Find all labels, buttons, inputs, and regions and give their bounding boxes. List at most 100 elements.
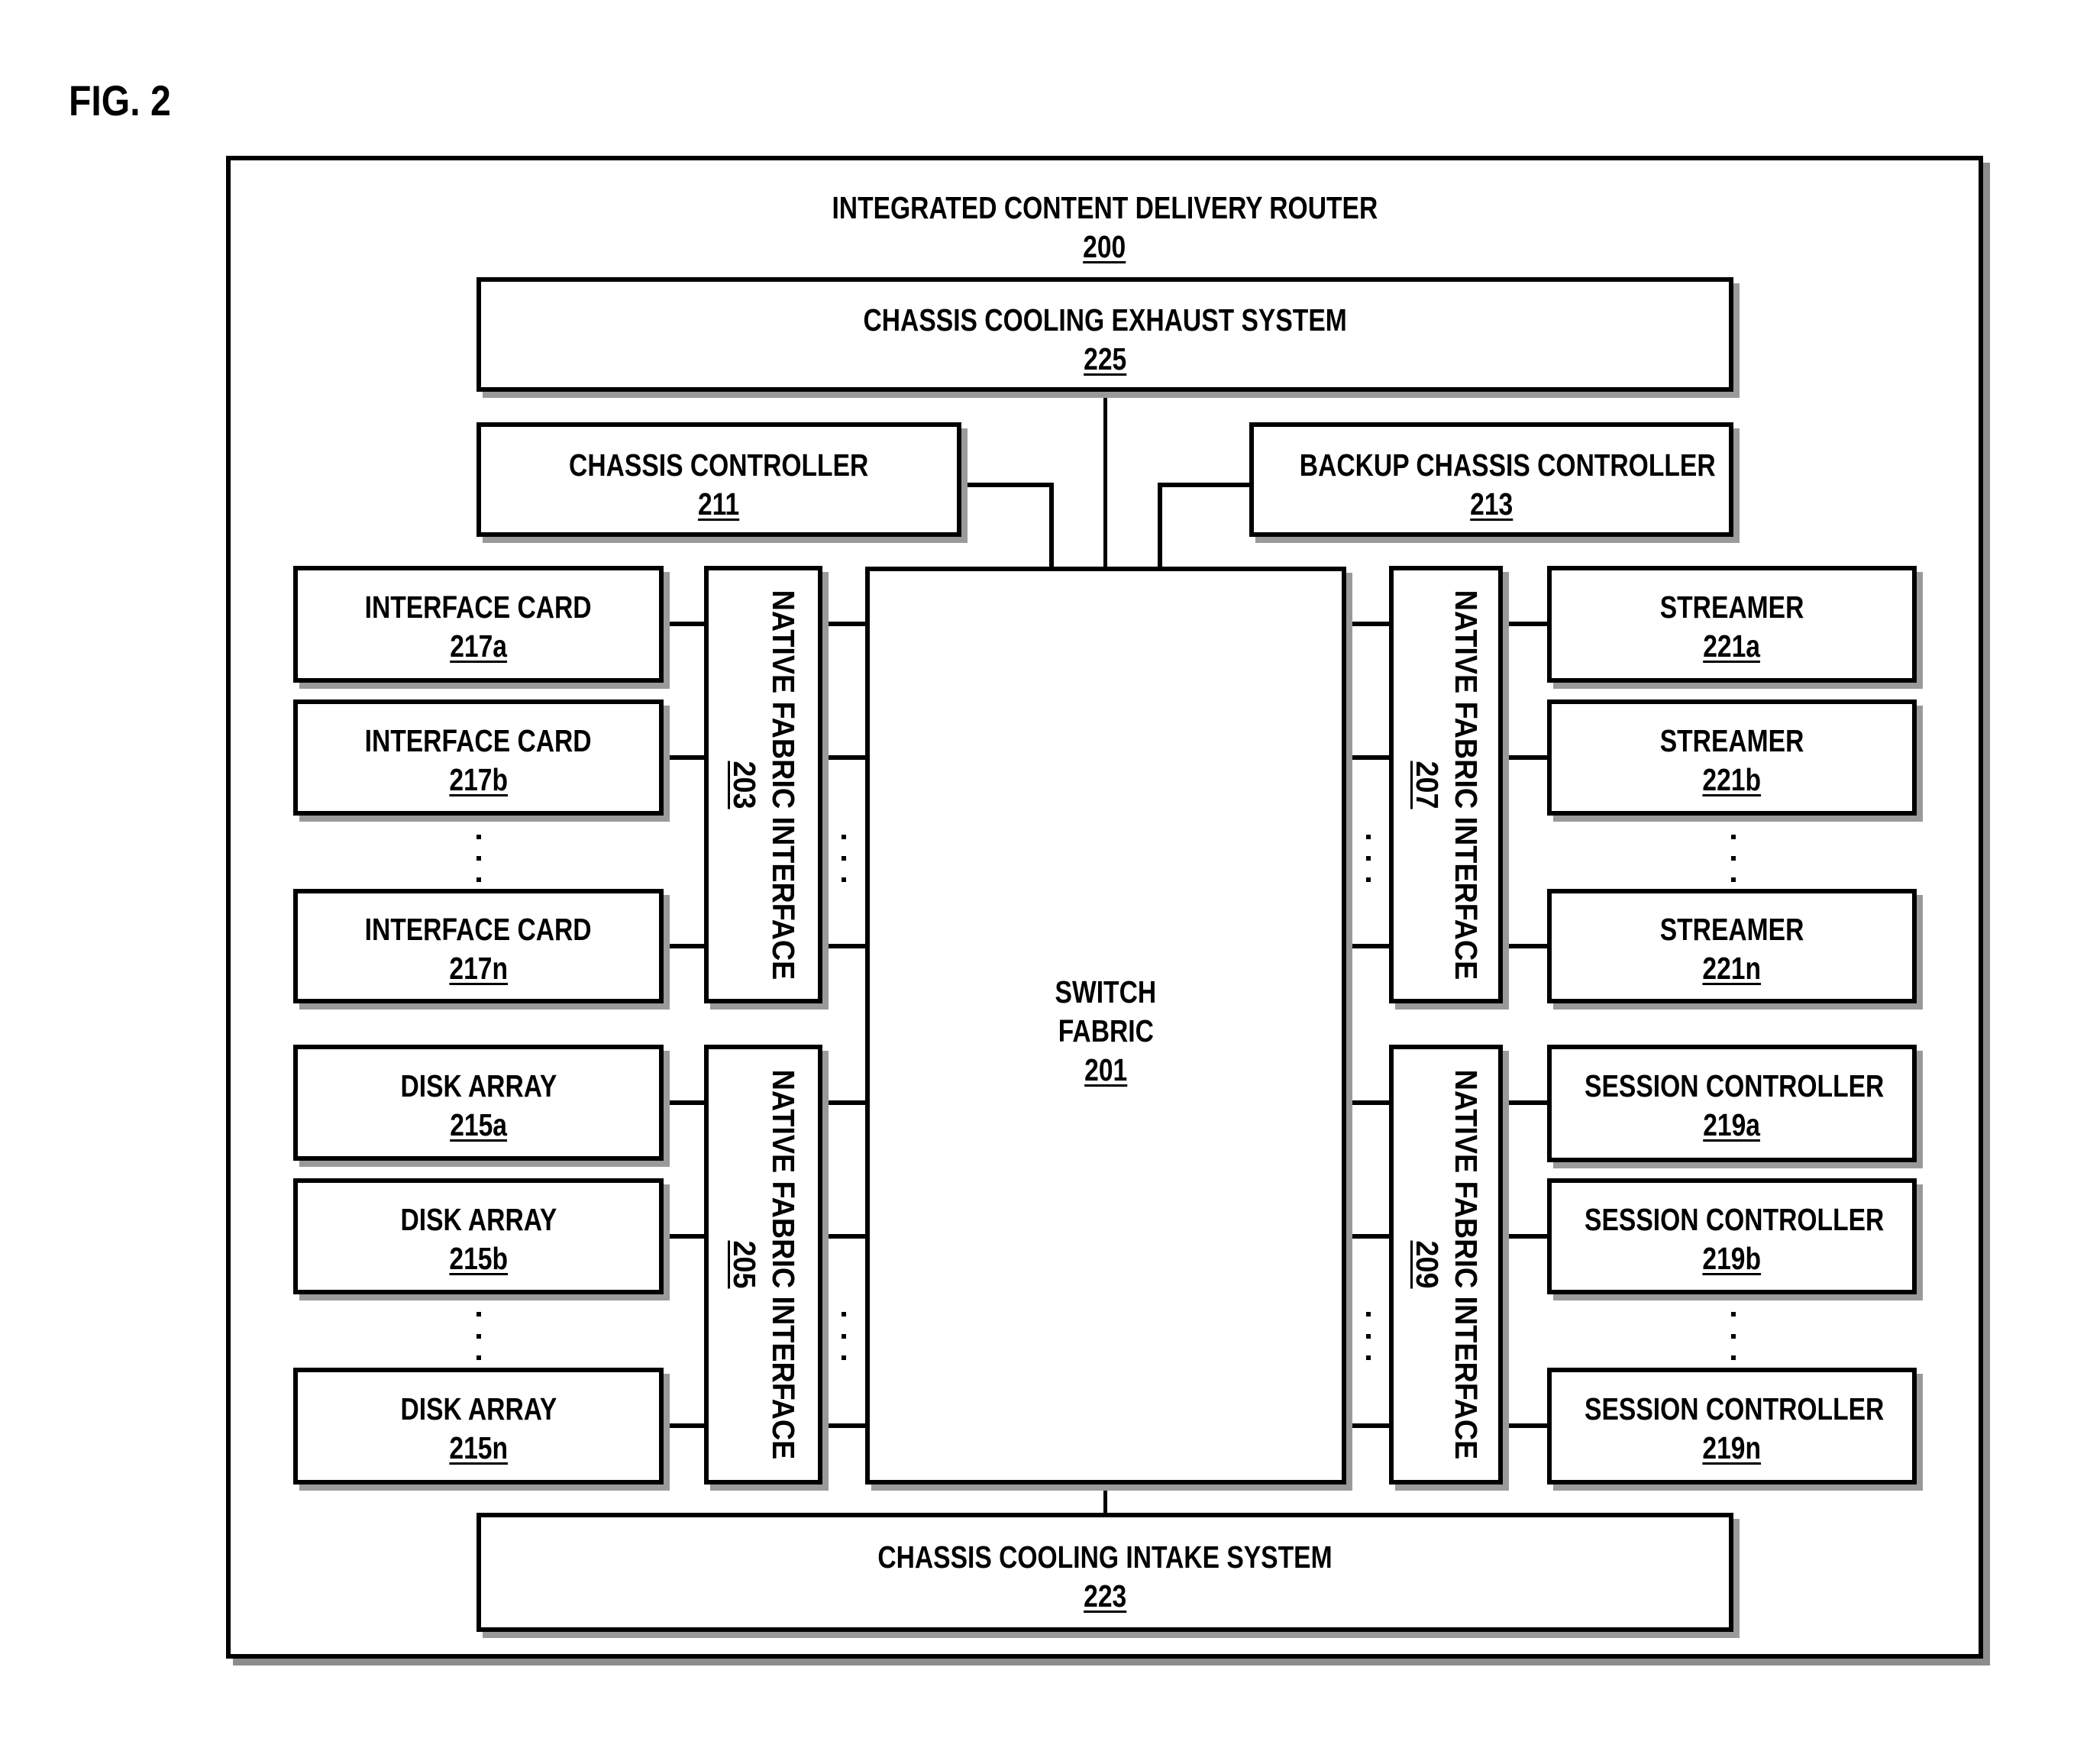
interface-card-title: INTERFACE CARD	[365, 590, 592, 625]
disk-array-215a[interactable]: DISK ARRAY 215a	[293, 1045, 664, 1161]
ellipsis-dot	[842, 856, 846, 861]
connector-nfi205-switch-a	[820, 1100, 867, 1105]
session-controller-title: SESSION CONTROLLER	[1585, 1202, 1885, 1237]
streamer-221n[interactable]: STREAMER 221n	[1547, 889, 1917, 1003]
connector-disk-n	[661, 1423, 707, 1428]
connector-streamer-b	[1501, 755, 1549, 760]
chassis-controller-label: CHASSIS CONTROLLER 211	[481, 446, 957, 524]
figure-label-text: FIG. 2	[69, 76, 171, 124]
ellipsis-dot	[1366, 1355, 1371, 1360]
backup-chassis-controller-box[interactable]: BACKUP CHASSIS CONTROLLER 213	[1249, 422, 1733, 537]
connector-switch-nfi209-n	[1344, 1423, 1391, 1428]
nfi-209-ref: 209	[1409, 1240, 1445, 1289]
session-controller-label: SESSION CONTROLLER 219n	[1552, 1390, 1912, 1468]
ellipsis-dot	[1366, 877, 1371, 882]
exhaust-ref: 225	[1083, 341, 1127, 376]
ellipsis-dot	[842, 1334, 846, 1339]
streamer-221a[interactable]: STREAMER 221a	[1547, 566, 1917, 683]
exhaust-label: CHASSIS COOLING EXHAUST SYSTEM 225	[481, 301, 1729, 379]
intake-label: CHASSIS COOLING INTAKE SYSTEM 223	[481, 1538, 1729, 1616]
connector-switch-nfi207-b	[1344, 755, 1391, 760]
ellipsis-dot	[1366, 856, 1371, 861]
connector-controller-h	[959, 483, 1054, 487]
connector-exhaust-switch	[1103, 389, 1107, 569]
switch-fabric-label: SWITCH FABRIC 201	[870, 973, 1342, 1090]
session-controller-ref: 219a	[1703, 1107, 1761, 1142]
connector-session-a	[1501, 1100, 1549, 1105]
disk-array-title: DISK ARRAY	[400, 1068, 557, 1103]
interface-card-title: INTERFACE CARD	[365, 723, 592, 758]
ellipsis-dot	[1366, 835, 1371, 839]
connector-nfi205-switch-b	[820, 1234, 867, 1239]
streamer-ref: 221a	[1703, 628, 1761, 664]
figure-label: FIG. 2	[69, 79, 188, 122]
connector-session-n	[1501, 1423, 1549, 1428]
streamer-221b[interactable]: STREAMER 221b	[1547, 699, 1917, 816]
interface-card-217b[interactable]: INTERFACE CARD 217b	[293, 699, 664, 816]
streamer-label: STREAMER 221b	[1552, 722, 1912, 800]
native-fabric-interface-207[interactable]: NATIVE FABRIC INTERFACE 207	[1389, 566, 1503, 1003]
exhaust-system-box[interactable]: CHASSIS COOLING EXHAUST SYSTEM 225	[477, 277, 1733, 392]
nfi-205-label: NATIVE FABRIC INTERFACE 205	[725, 1052, 803, 1476]
connector-switch-nfi207-a	[1344, 622, 1391, 626]
router-ref: 200	[1083, 229, 1126, 264]
connector-switch-nfi207-n	[1344, 944, 1391, 948]
session-controller-title: SESSION CONTROLLER	[1585, 1068, 1885, 1103]
session-controller-219a[interactable]: SESSION CONTROLLER 219a	[1547, 1045, 1917, 1162]
intake-system-box[interactable]: CHASSIS COOLING INTAKE SYSTEM 223	[477, 1513, 1733, 1632]
nfi-205-title: NATIVE FABRIC INTERFACE	[765, 1069, 801, 1460]
connector-card-a	[661, 622, 707, 626]
nfi-205-ref: 205	[726, 1240, 762, 1289]
interface-card-217n[interactable]: INTERFACE CARD 217n	[293, 889, 664, 1003]
ellipsis-dot	[842, 1312, 846, 1317]
disk-array-ref: 215n	[449, 1430, 508, 1465]
chassis-controller-title: CHASSIS CONTROLLER	[569, 447, 869, 483]
native-fabric-interface-205[interactable]: NATIVE FABRIC INTERFACE 205	[704, 1045, 822, 1485]
streamer-ref: 221b	[1702, 762, 1762, 797]
streamer-label: STREAMER 221n	[1552, 910, 1912, 988]
disk-array-ref: 215a	[450, 1107, 507, 1142]
disk-array-ref: 215b	[449, 1241, 508, 1276]
switch-fabric-box[interactable]: SWITCH FABRIC 201	[865, 567, 1346, 1485]
exhaust-title: CHASSIS COOLING EXHAUST SYSTEM	[863, 302, 1347, 338]
backup-controller-label: BACKUP CHASSIS CONTROLLER 213	[1254, 446, 1729, 524]
router-title: INTEGRATED CONTENT DELIVERY ROUTER 200	[226, 189, 1983, 267]
connector-nfi205-switch-n	[820, 1423, 867, 1428]
chassis-controller-box[interactable]: CHASSIS CONTROLLER 211	[477, 422, 961, 537]
ellipsis-dot	[1731, 1355, 1736, 1360]
disk-array-title: DISK ARRAY	[400, 1202, 557, 1237]
disk-array-215n[interactable]: DISK ARRAY 215n	[293, 1368, 664, 1485]
native-fabric-interface-209[interactable]: NATIVE FABRIC INTERFACE 209	[1389, 1045, 1503, 1485]
ellipsis-dot	[477, 1334, 481, 1339]
ellipsis-dot	[477, 877, 481, 882]
streamer-title: STREAMER	[1659, 590, 1804, 625]
native-fabric-interface-203[interactable]: NATIVE FABRIC INTERFACE 203	[704, 566, 822, 1003]
interface-card-label: INTERFACE CARD 217a	[298, 588, 659, 666]
interface-card-217a[interactable]: INTERFACE CARD 217a	[293, 566, 664, 683]
session-controller-219b[interactable]: SESSION CONTROLLER 219b	[1547, 1178, 1917, 1294]
ellipsis-dot	[1731, 856, 1736, 861]
disk-array-label: DISK ARRAY 215b	[298, 1200, 659, 1278]
connector-disk-a	[661, 1100, 707, 1105]
session-controller-219n[interactable]: SESSION CONTROLLER 219n	[1547, 1368, 1917, 1485]
connector-disk-b	[661, 1234, 707, 1239]
connector-streamer-a	[1501, 622, 1549, 626]
switch-fabric-line1: SWITCH	[1055, 974, 1157, 1010]
nfi-207-title: NATIVE FABRIC INTERFACE	[1448, 590, 1484, 980]
connector-switch-nfi209-b	[1344, 1234, 1391, 1239]
ellipsis-dot	[1731, 1334, 1736, 1339]
disk-array-label: DISK ARRAY 215a	[298, 1067, 659, 1145]
streamer-label: STREAMER 221a	[1552, 588, 1912, 666]
session-controller-title: SESSION CONTROLLER	[1585, 1391, 1885, 1426]
connector-nfi203-switch-a	[820, 622, 867, 626]
switch-fabric-line2: FABRIC	[1058, 1013, 1154, 1048]
connector-card-n	[661, 944, 707, 948]
disk-array-215b[interactable]: DISK ARRAY 215b	[293, 1178, 664, 1294]
backup-controller-ref: 213	[1469, 486, 1514, 522]
connector-switch-intake	[1103, 1481, 1107, 1515]
ellipsis-dot	[1731, 1312, 1736, 1317]
interface-card-ref: 217n	[449, 951, 508, 986]
ellipsis-dot	[1731, 877, 1736, 882]
nfi-207-ref: 207	[1409, 761, 1445, 809]
streamer-title: STREAMER	[1659, 723, 1804, 758]
